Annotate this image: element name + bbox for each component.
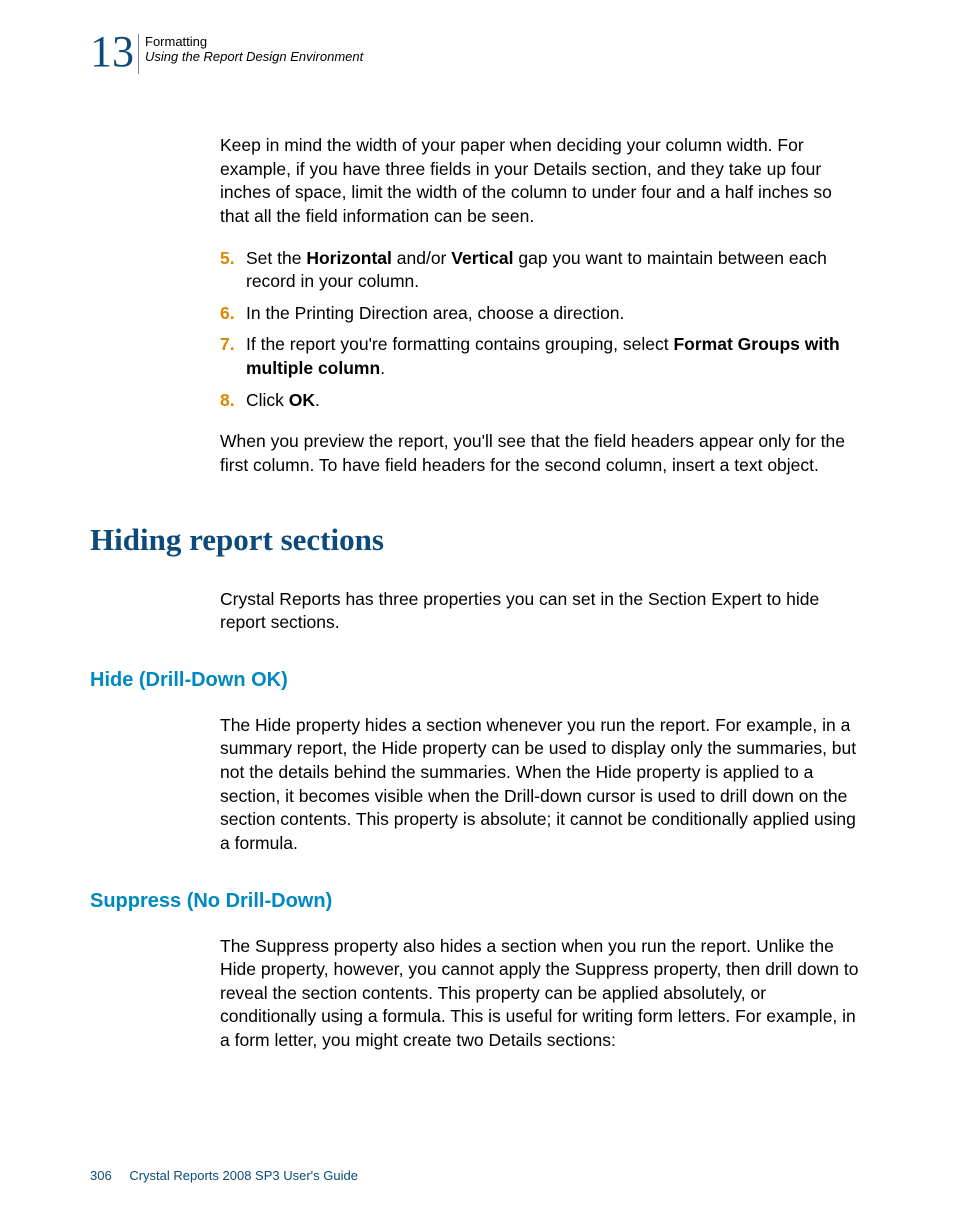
step-number: 7.	[220, 333, 246, 380]
text-fragment: .	[380, 358, 385, 378]
step-6: 6. In the Printing Direction area, choos…	[220, 302, 864, 326]
hide-paragraph: The Hide property hides a section whenev…	[220, 714, 864, 856]
text-fragment: .	[315, 390, 320, 410]
suppress-paragraph: The Suppress property also hides a secti…	[220, 935, 864, 1053]
footer-doc-title: Crystal Reports 2008 SP3 User's Guide	[129, 1168, 358, 1183]
page-footer: 306 Crystal Reports 2008 SP3 User's Guid…	[90, 1168, 358, 1183]
step-text: If the report you're formatting contains…	[246, 333, 864, 380]
header-text-block: Formatting Using the Report Design Envir…	[145, 30, 363, 64]
outro-paragraph: When you preview the report, you'll see …	[220, 430, 864, 477]
step-number: 6.	[220, 302, 246, 326]
page-container: 13 Formatting Using the Report Design En…	[0, 0, 954, 1111]
page-header: 13 Formatting Using the Report Design En…	[90, 30, 864, 74]
hide-body-block: The Hide property hides a section whenev…	[220, 714, 864, 856]
step-number: 8.	[220, 389, 246, 413]
hiding-intro-block: Crystal Reports has three properties you…	[220, 588, 864, 635]
hiding-intro-paragraph: Crystal Reports has three properties you…	[220, 588, 864, 635]
chapter-number: 13	[90, 30, 134, 74]
header-divider	[138, 34, 139, 74]
text-fragment: If the report you're formatting contains…	[246, 334, 673, 354]
page-number: 306	[90, 1168, 112, 1183]
step-list: 5. Set the Horizontal and/or Vertical ga…	[220, 247, 864, 413]
text-fragment: and/or	[392, 248, 451, 268]
step-text: Click OK.	[246, 389, 864, 413]
step-text: In the Printing Direction area, choose a…	[246, 302, 864, 326]
bold-term: Vertical	[451, 248, 513, 268]
step-text: Set the Horizontal and/or Vertical gap y…	[246, 247, 864, 294]
heading-hiding-sections: Hiding report sections	[90, 522, 864, 558]
section-title: Using the Report Design Environment	[145, 49, 363, 64]
bold-term: Horizontal	[306, 248, 392, 268]
step-8: 8. Click OK.	[220, 389, 864, 413]
body-content: Keep in mind the width of your paper whe…	[220, 134, 864, 478]
text-fragment: Set the	[246, 248, 306, 268]
text-fragment: Click	[246, 390, 289, 410]
chapter-title: Formatting	[145, 34, 363, 49]
bold-term: OK	[289, 390, 315, 410]
step-5: 5. Set the Horizontal and/or Vertical ga…	[220, 247, 864, 294]
heading-suppress: Suppress (No Drill-Down)	[90, 890, 864, 913]
suppress-body-block: The Suppress property also hides a secti…	[220, 935, 864, 1053]
step-7: 7. If the report you're formatting conta…	[220, 333, 864, 380]
intro-paragraph: Keep in mind the width of your paper whe…	[220, 134, 864, 229]
heading-hide: Hide (Drill-Down OK)	[90, 669, 864, 692]
step-number: 5.	[220, 247, 246, 294]
